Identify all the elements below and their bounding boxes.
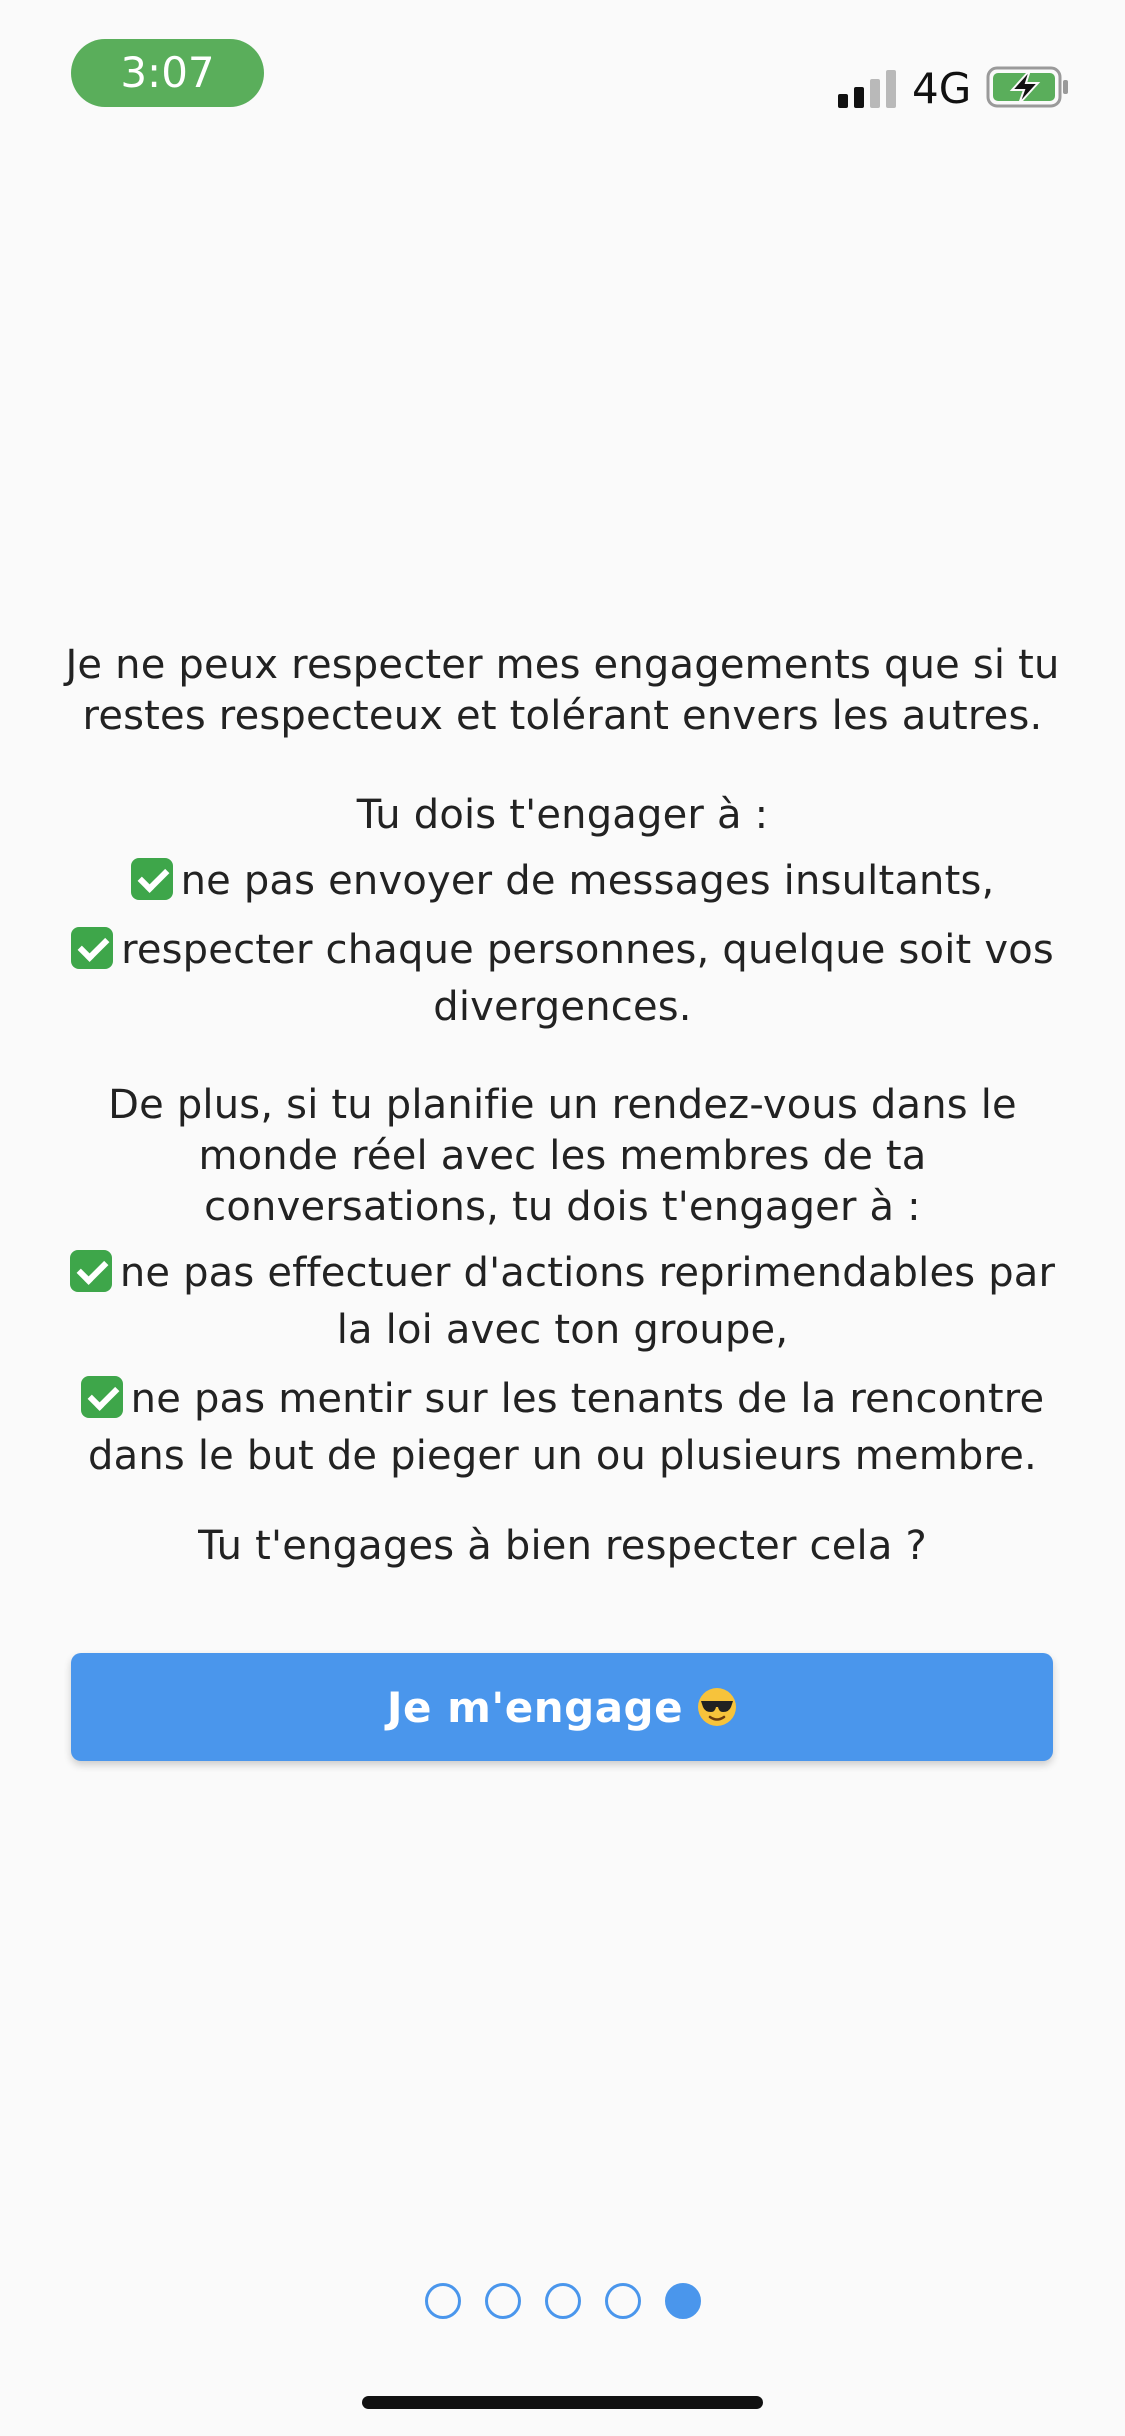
cellular-signal-icon (838, 70, 896, 108)
battery-charging-icon (986, 66, 1068, 108)
sunglasses-emoji-icon (698, 1688, 737, 1726)
page-dot[interactable] (484, 2283, 521, 2319)
intro-text: Je ne peux respecter mes engagements que… (65, 642, 1060, 739)
page-indicator (0, 2283, 1125, 2323)
check-mark-icon (130, 858, 173, 900)
check-mark-icon (71, 927, 114, 969)
section1-title: Tu dois t'engager à : (356, 792, 769, 838)
rule-item: ne pas mentir sur les tenants de la renc… (60, 1371, 1065, 1485)
commit-button[interactable]: Je m'engage (71, 1653, 1053, 1761)
question-text: Tu t'engages à bien respecter cela ? (198, 1523, 927, 1569)
page-dot[interactable] (604, 2283, 641, 2319)
page-dot[interactable] (544, 2283, 581, 2319)
page-dot[interactable] (424, 2283, 461, 2319)
section2-title: De plus, si tu planifie un rendez-vous d… (108, 1082, 1017, 1230)
rule-item: ne pas effectuer d'actions reprimendable… (60, 1245, 1065, 1359)
status-time: 3:07 (71, 39, 264, 107)
commit-button-label: Je m'engage (386, 1682, 684, 1732)
check-mark-icon (80, 1376, 123, 1418)
network-type: 4G (912, 64, 972, 113)
status-bar: 3:07 4G (0, 0, 1125, 130)
rule-item: respecter chaque personnes, quelque soit… (60, 922, 1065, 1036)
commitment-text: Je ne peux respecter mes engagements que… (60, 640, 1065, 1572)
page-dot[interactable] (664, 2283, 701, 2319)
check-mark-icon (69, 1250, 112, 1292)
rule-item: ne pas envoyer de messages insultants, (60, 853, 1065, 910)
home-indicator[interactable] (362, 2396, 763, 2409)
